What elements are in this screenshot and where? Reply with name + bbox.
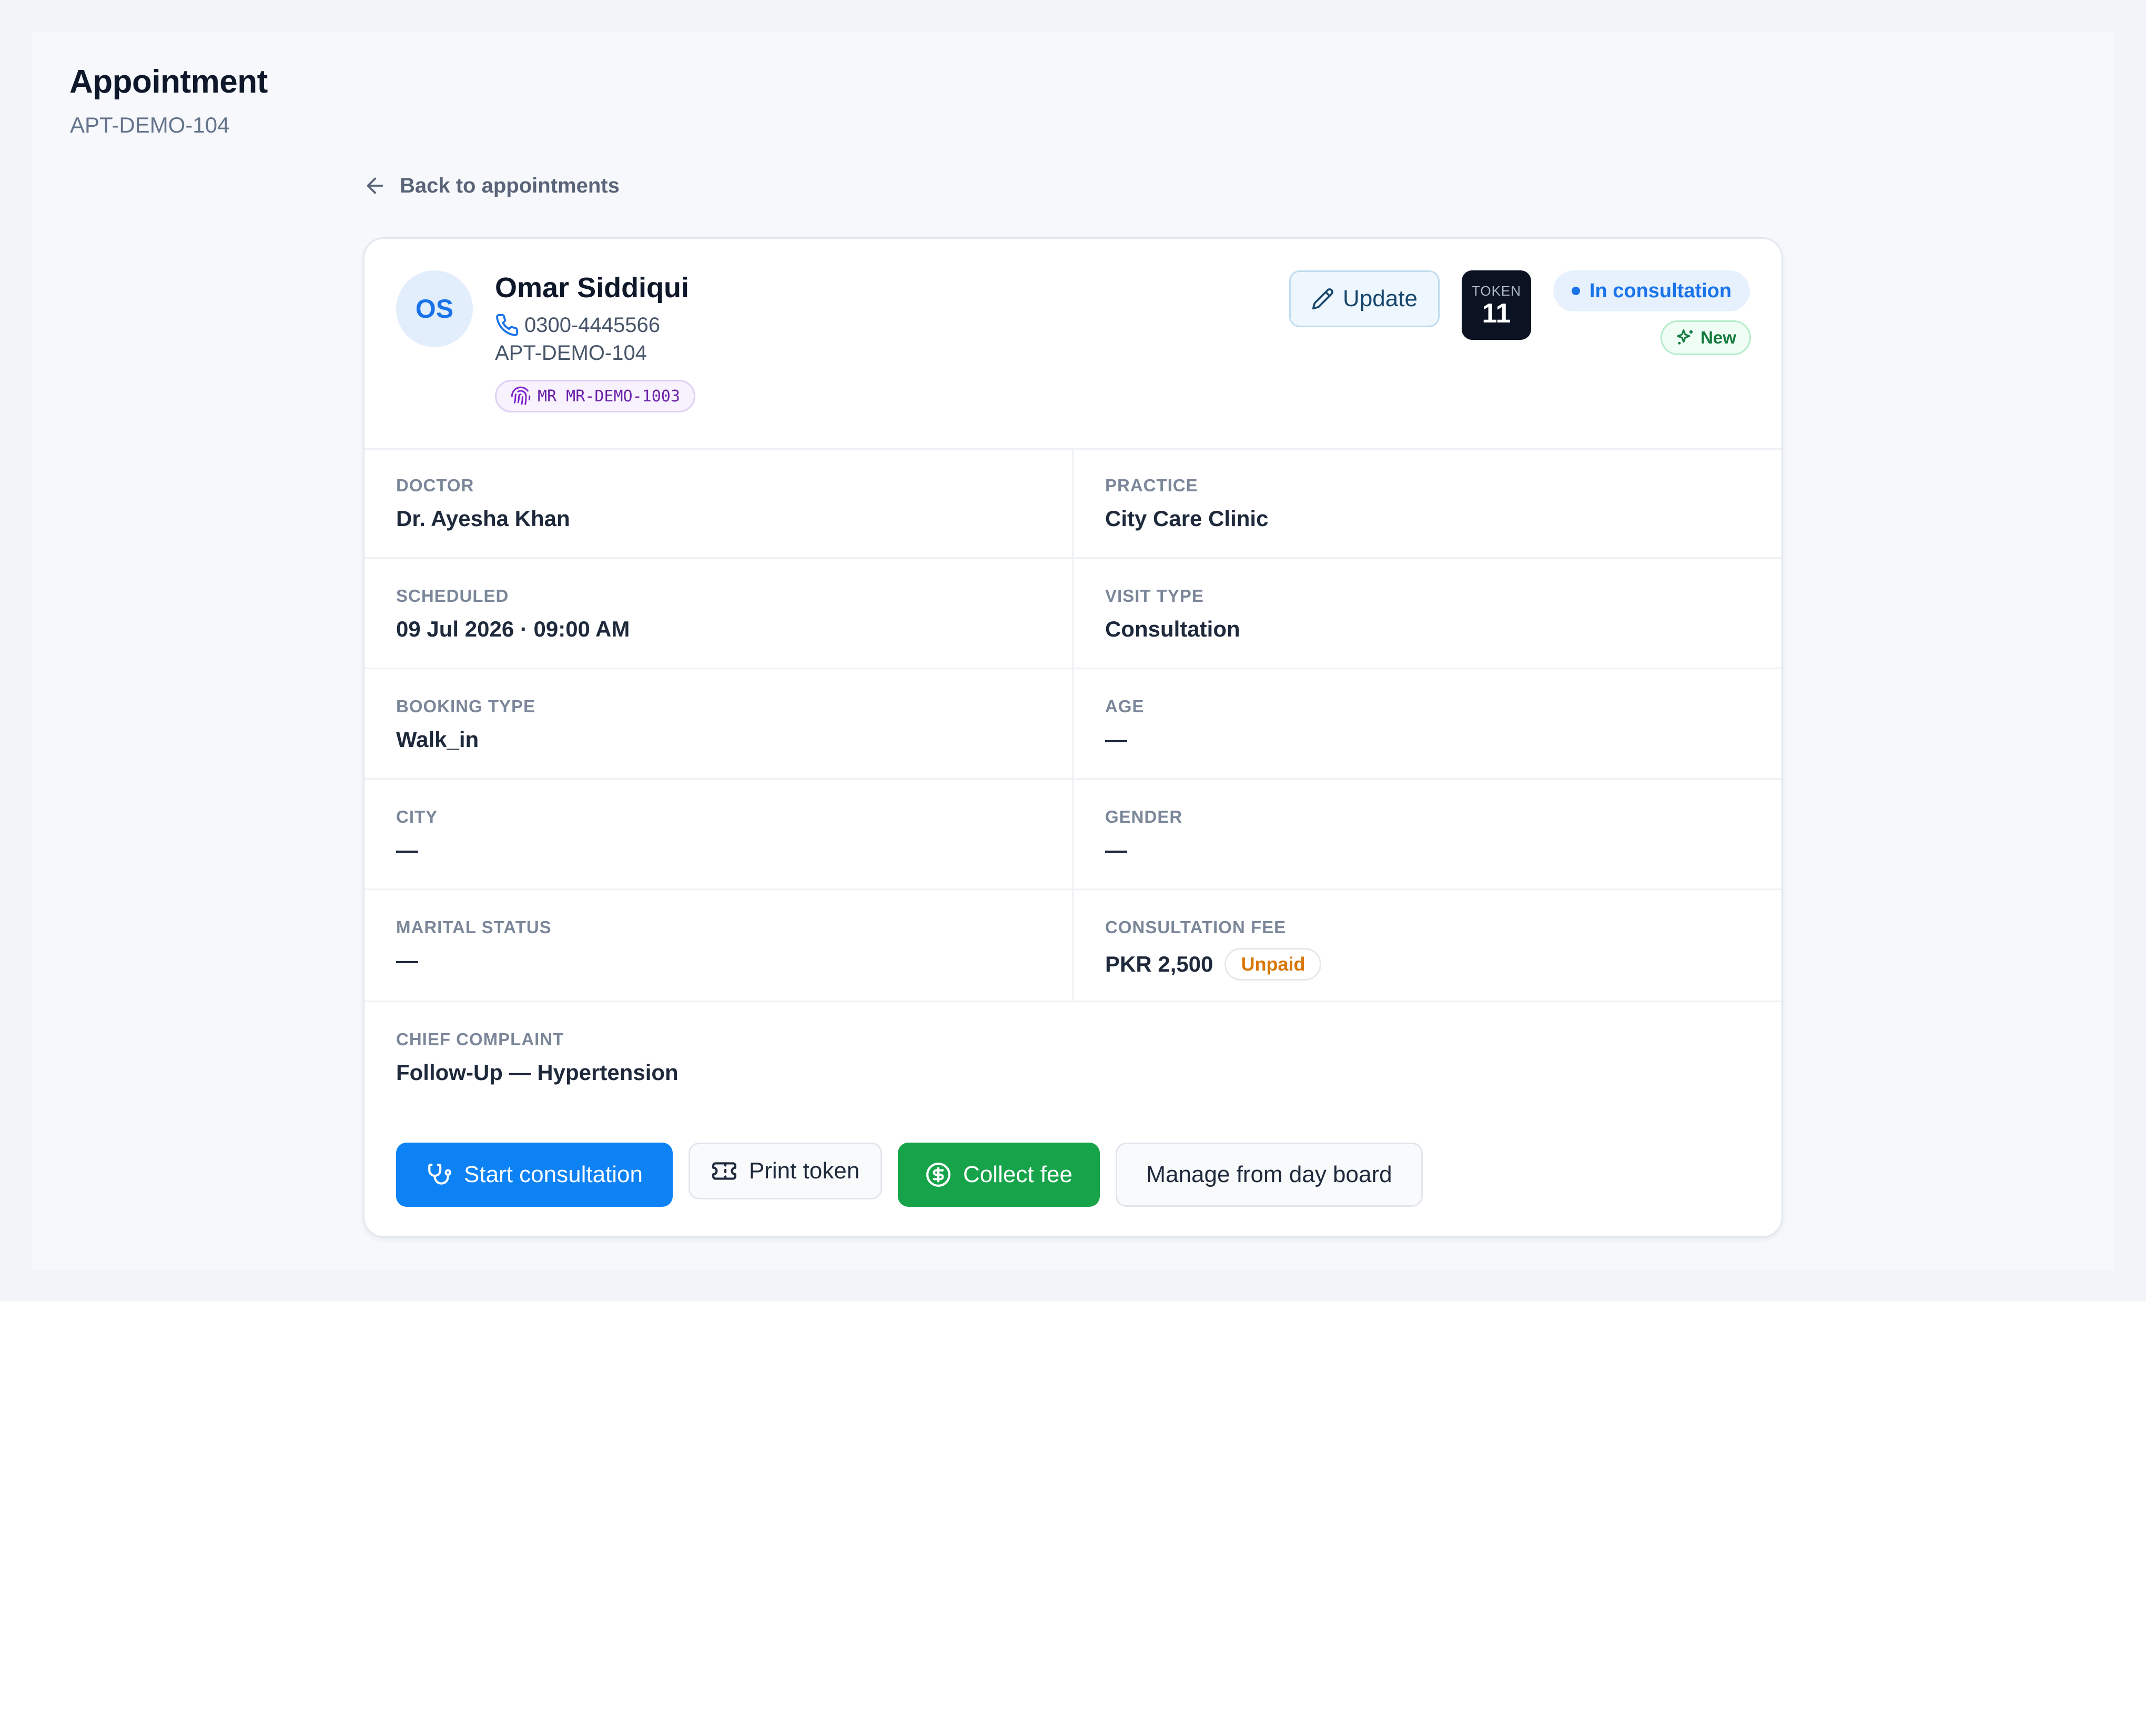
field-chief-complaint: CHIEF COMPLAINT Follow-Up — Hypertension [365, 1002, 1781, 1107]
field-label: AGE [1105, 697, 1145, 716]
start-consultation-button[interactable]: Start consultation [396, 1143, 673, 1207]
avatar: OS [396, 270, 473, 347]
patient-name: Omar Siddiqui [495, 272, 690, 304]
field-label: PRACTICE [1105, 476, 1198, 495]
field-label: BOOKING TYPE [396, 697, 536, 716]
age-value: — [1105, 727, 1127, 752]
field-practice: PRACTICE City Care Clinic [1074, 448, 1781, 559]
field-label: CONSULTATION FEE [1105, 917, 1287, 937]
page-title: Appointment [69, 64, 268, 100]
sparkles-icon [1677, 329, 1693, 345]
booking-type-value: Walk_in [396, 727, 479, 752]
print-token-button[interactable]: Print token [689, 1143, 882, 1199]
status-label: In consultation [1589, 279, 1732, 302]
start-consultation-label: Start consultation [464, 1162, 643, 1187]
pencil-icon [1312, 288, 1333, 310]
field-city: CITY — [365, 780, 1074, 890]
back-link-label: Back to appointments [400, 174, 620, 197]
doctor-value: Dr. Ayesha Khan [396, 506, 570, 531]
status-dot [1571, 287, 1580, 295]
gender-value: — [1105, 837, 1127, 862]
patient-header: OS Omar Siddiqui 0300-4445566 APT-DEMO-1… [365, 239, 1781, 450]
fee-amount: PKR 2,500 [1105, 952, 1213, 976]
field-label: GENDER [1105, 807, 1183, 826]
arrow-left-icon [367, 177, 383, 194]
dollar-circle-icon [926, 1163, 950, 1187]
field-label: SCHEDULED [396, 586, 509, 605]
ticket-icon [712, 1162, 736, 1180]
consultation-fee-value: PKR 2,500 Unpaid [1105, 948, 1322, 981]
token-box: TOKEN 11 [1462, 270, 1531, 340]
mr-number-text: MR MR-DEMO-1003 [538, 387, 680, 406]
manage-day-board-label: Manage from day board [1146, 1162, 1392, 1187]
new-label: New [1700, 328, 1736, 347]
manage-day-board-button[interactable]: Manage from day board [1116, 1143, 1423, 1207]
page-subtitle: APT-DEMO-104 [70, 113, 230, 137]
collect-fee-button[interactable]: Collect fee [898, 1143, 1100, 1207]
token-number: 11 [1482, 298, 1511, 329]
field-label: DOCTOR [396, 476, 474, 495]
phone-number: 0300-4445566 [524, 313, 661, 337]
field-booking-type: BOOKING TYPE Walk_in [365, 669, 1074, 780]
marital-status-value: — [396, 948, 418, 973]
status-badge: In consultation [1553, 270, 1750, 311]
appointment-card: OS Omar Siddiqui 0300-4445566 APT-DEMO-1… [363, 237, 1783, 1238]
patient-phone: 0300-4445566 [495, 313, 660, 337]
new-badge: New [1661, 320, 1751, 355]
token-label: TOKEN [1471, 283, 1522, 299]
practice-value: City Care Clinic [1105, 506, 1269, 531]
stethoscope-icon [428, 1164, 451, 1185]
field-marital-status: MARITAL STATUS — [365, 890, 1074, 1002]
field-scheduled: SCHEDULED 09 Jul 2026 · 09:00 AM [365, 559, 1074, 669]
payment-status-badge: Unpaid [1224, 948, 1322, 981]
chief-complaint-value: Follow-Up — Hypertension [396, 1060, 679, 1085]
phone-icon [496, 314, 519, 336]
update-button-label: Update [1343, 286, 1418, 311]
visit-type-value: Consultation [1105, 617, 1240, 641]
field-consultation-fee: CONSULTATION FEE PKR 2,500 Unpaid [1074, 890, 1781, 1002]
field-label: CITY [396, 807, 438, 826]
patient-appointment-code: APT-DEMO-104 [495, 341, 647, 365]
mr-number-chip: MR MR-DEMO-1003 [495, 380, 695, 412]
field-doctor: DOCTOR Dr. Ayesha Khan [365, 448, 1074, 559]
field-age: AGE — [1074, 669, 1781, 780]
scheduled-value: 09 Jul 2026 · 09:00 AM [396, 617, 630, 641]
collect-fee-label: Collect fee [963, 1162, 1072, 1187]
field-label: CHIEF COMPLAINT [396, 1030, 564, 1049]
action-bar: Start consultation Print token Collect f… [396, 1143, 1423, 1207]
update-button[interactable]: Update [1289, 270, 1440, 327]
city-value: — [396, 837, 418, 862]
field-label: MARITAL STATUS [396, 917, 552, 937]
fingerprint-icon [511, 386, 531, 405]
back-to-appointments-link[interactable]: Back to appointments [363, 174, 620, 198]
field-label: VISIT TYPE [1105, 586, 1204, 605]
print-token-label: Print token [748, 1158, 860, 1184]
field-gender: GENDER — [1074, 780, 1781, 890]
field-visit-type: VISIT TYPE Consultation [1074, 559, 1781, 669]
